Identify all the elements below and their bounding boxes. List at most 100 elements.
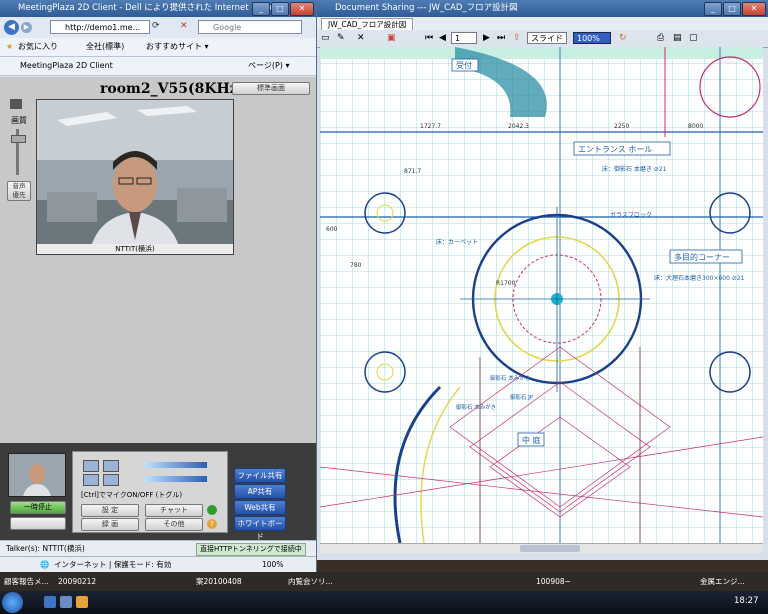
task-item-5[interactable]: 100908~ (536, 572, 571, 591)
tab-meetingplaza[interactable]: MeetingPlaza 2D Client (20, 57, 113, 75)
search-placeholder: Google (213, 23, 242, 32)
stop-icon[interactable]: ✕ (180, 21, 188, 31)
doc-tabbar: JW_CAD_フロア設計図 (317, 17, 768, 31)
export-icon[interactable]: ⇪ (513, 33, 521, 43)
volume-slider-2[interactable] (145, 476, 207, 482)
favorites-link-2[interactable]: おすすめサイト ▾ (146, 38, 209, 56)
address-bar: ◀ ▶ http://demo1.me... ⟳ ✕ Google (0, 17, 316, 38)
maximize-button[interactable]: □ (271, 2, 289, 16)
cad-drawing-canvas[interactable]: 受付 エントランス ホール 多目的コーナー 中 庭 ガラスブロック 床：カーペッ… (320, 47, 763, 543)
last-page-icon[interactable]: ⏭ (497, 33, 505, 43)
web-share-button[interactable]: Web共有 (234, 500, 286, 515)
first-page-icon[interactable]: ⏮ (425, 33, 433, 43)
room-title: room2_V55(8KHz) (100, 81, 245, 97)
favorites-bar: ★ お気に入り 全社(標準) おすすめサイト ▾ (0, 38, 316, 57)
chat-button[interactable]: チャット (145, 504, 203, 517)
tray-icons[interactable] (520, 596, 620, 608)
whiteboard-button[interactable]: ホワイトボード (234, 516, 286, 541)
mic-icon[interactable] (83, 474, 99, 486)
refresh-icon[interactable]: ⟳ (152, 21, 160, 31)
select-tool-icon[interactable]: ▭ (321, 33, 330, 43)
aux-button[interactable] (10, 517, 66, 530)
doc-close-button[interactable]: ✕ (742, 2, 766, 16)
layer-icon[interactable]: ▣ (387, 33, 396, 43)
label-glass-block: ガラスブロック (610, 211, 652, 219)
ie-status-bar: 🌐 インターネット | 保護モード: 有効 100% (0, 556, 316, 573)
doc-minimize-button[interactable]: _ (704, 2, 722, 16)
pause-button[interactable]: 一時停止 (10, 501, 66, 514)
label-uketsuke: 受付 (456, 60, 472, 70)
search-input[interactable]: Google (198, 20, 302, 34)
floor-plan-svg: 受付 エントランス ホール 多目的コーナー 中 庭 ガラスブロック 床：カーペッ… (320, 47, 763, 543)
pen-tool-icon[interactable]: ✎ (337, 33, 345, 43)
zoom-select[interactable]: 100% (573, 32, 611, 44)
star-icon: ★ (6, 42, 14, 51)
file-share-button[interactable]: ファイル共有 (234, 468, 286, 483)
minimize-button[interactable]: _ (252, 2, 270, 16)
page-number-select[interactable]: 1 (451, 32, 477, 44)
mic-toggle-hint: [Ctrl]でマイクON/OFF (トグル) (81, 491, 183, 499)
page-menu[interactable]: ページ(P) ▾ (248, 57, 289, 75)
close-doc-icon[interactable]: ▢ (689, 33, 698, 43)
camera-alt-icon[interactable] (103, 460, 119, 472)
task-item-2[interactable]: 20090212 (58, 572, 96, 591)
speaker-vol-icon[interactable] (103, 474, 119, 486)
zone-text: インターネット | 保護モード: 有効 (54, 560, 172, 569)
standard-screen-button[interactable]: 標準画面 (232, 82, 310, 95)
dim-1: 1727.7 (420, 123, 441, 130)
quicklaunch-icon-3[interactable] (76, 596, 88, 608)
camera-icon[interactable] (83, 460, 99, 472)
close-button[interactable]: ✕ (290, 2, 314, 16)
save-icon[interactable]: ▤ (673, 33, 682, 43)
task-item-4[interactable]: 内覧会ソリ... (288, 572, 333, 591)
volume-slider-1[interactable] (145, 462, 207, 468)
dim-5: 871.7 (404, 168, 421, 175)
label-stone-b: 御影石 JP (510, 393, 534, 401)
horizontal-scroll-thumb[interactable] (520, 545, 580, 552)
rotate-icon[interactable]: ↻ (619, 33, 627, 43)
audio-priority-button[interactable]: 音声 優先 (7, 181, 31, 201)
doc-maximize-button[interactable]: □ (723, 2, 741, 16)
favorites-link-1[interactable]: 全社(標準) (86, 38, 124, 56)
label-floor-tile: 床：大理石本磨き300×600 ⊘21 (654, 274, 745, 282)
video-image (37, 100, 233, 254)
tunnel-status: 直接HTTPトンネリングで接続中 (196, 543, 306, 556)
label-stone-a: 御影石 本みがき (490, 374, 530, 382)
quality-slider-thumb[interactable] (11, 135, 26, 143)
mode-select[interactable]: スライド (527, 32, 567, 44)
clock[interactable]: 18:27 (734, 596, 759, 606)
quicklaunch-icon-2[interactable] (60, 596, 72, 608)
print-icon[interactable]: ⎙ (657, 33, 664, 43)
doc-title: Document Sharing --- JW_CAD_フロア設計図 (335, 3, 518, 13)
prev-page-icon[interactable]: ◀ (439, 33, 446, 43)
quicklaunch-icon-1[interactable] (44, 596, 56, 608)
next-page-icon[interactable]: ▶ (483, 33, 490, 43)
self-view (8, 453, 66, 497)
dim-7: 780 (350, 262, 362, 269)
favorites-button[interactable]: お気に入り (18, 38, 58, 56)
talker-text: Talker(s): NTTIT(横浜) (6, 544, 85, 553)
quality-label: 画質 (11, 116, 27, 125)
label-stone-c: 御影石 本みがき (456, 403, 496, 411)
other-button[interactable]: その他 (145, 518, 203, 531)
url-input[interactable]: http://demo1.me... (50, 20, 150, 34)
horizontal-scrollbar[interactable] (320, 543, 763, 553)
start-button[interactable] (2, 592, 23, 613)
talker-bar: Talker(s): NTTIT(横浜) 直接HTTPトンネリングで接続中 (0, 540, 316, 557)
record-button[interactable]: 録 画 (81, 518, 139, 531)
ap-share-button[interactable]: AP共有 (234, 484, 286, 499)
label-center: 中 庭 (522, 435, 541, 445)
zoom-level[interactable]: 100% (262, 557, 283, 573)
task-item-3[interactable]: 案20100408 (196, 572, 242, 591)
meeting-controls: 一時停止 [Ctrl]でマイクON/OFF (トグル) 設 定 チャット 録 画… (0, 443, 316, 541)
task-item-1[interactable]: 顧客報告メ... (4, 572, 49, 591)
dim-2: 2042.3 (508, 123, 529, 130)
task-item-6[interactable]: 金属エンジ... (700, 572, 745, 591)
help-icon[interactable]: ? (207, 519, 217, 529)
erase-icon[interactable]: ✕ (357, 33, 365, 43)
settings-button[interactable]: 設 定 (81, 504, 139, 517)
forward-button[interactable]: ▶ (21, 22, 32, 33)
back-button[interactable]: ◀ (4, 20, 19, 35)
ie-titlebar: MeetingPlaza 2D Client - Dell により提供された I… (0, 0, 316, 17)
meeting-panel: room2_V55(8KHz) 標準画面 画質 音声 優先 NTTIT(横浜) (0, 77, 316, 443)
